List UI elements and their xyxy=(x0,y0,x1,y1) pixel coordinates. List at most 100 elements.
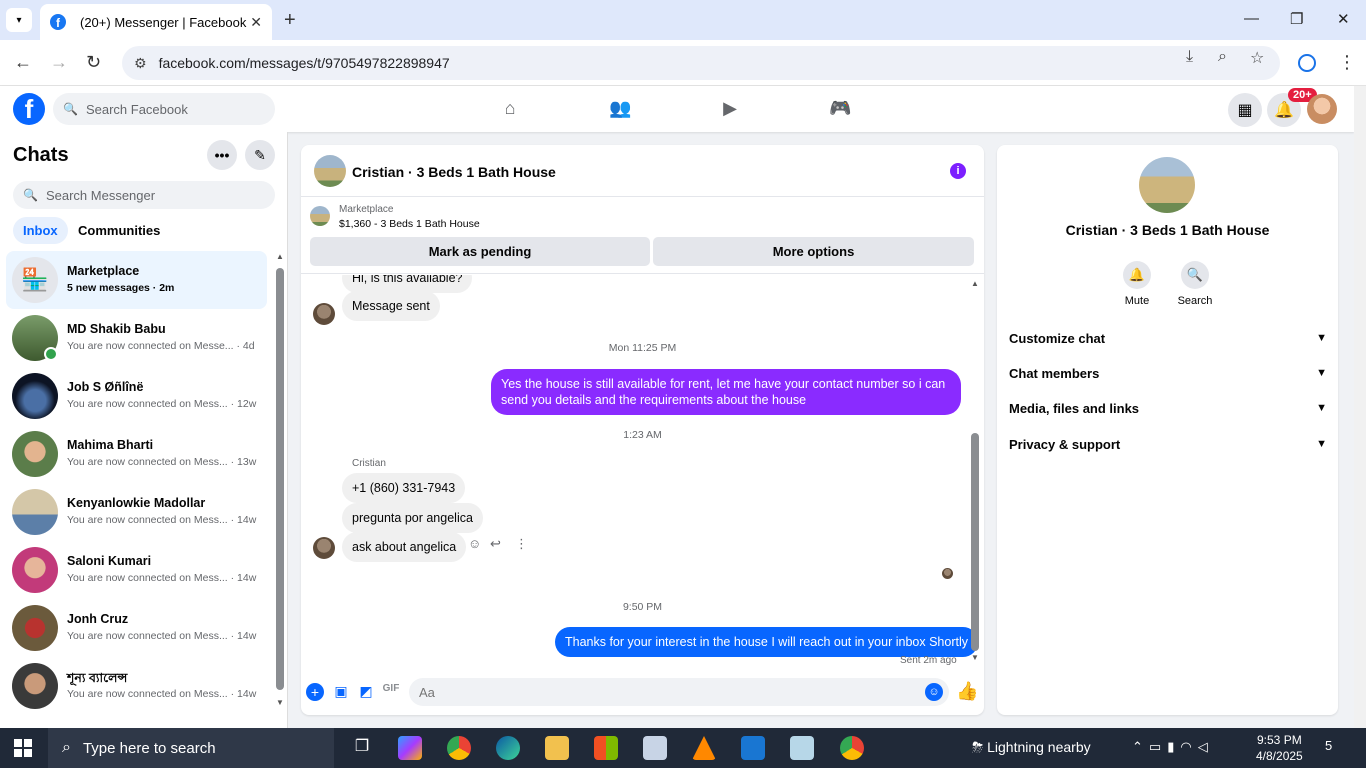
meet-icon[interactable]: ▭ xyxy=(1149,739,1167,754)
listing-thumbnail[interactable] xyxy=(310,206,330,226)
vlc-icon[interactable] xyxy=(692,736,716,760)
section-chat-members[interactable]: Chat members ▼ xyxy=(1009,360,1327,386)
wifi-icon[interactable]: ◠ xyxy=(1180,739,1197,754)
chat-item-md-shakib-babu[interactable]: MD Shakib Babu You are now connected on … xyxy=(6,309,267,367)
site-info-icon[interactable]: ⚙ xyxy=(134,55,147,72)
friends-icon[interactable]: 👥 xyxy=(609,98,631,120)
profile-icon[interactable] xyxy=(1298,54,1316,72)
close-tab-icon[interactable]: ✕ xyxy=(250,14,262,31)
install-app-icon[interactable]: ⤓ xyxy=(1186,48,1193,66)
notification-center-icon[interactable]: 5 xyxy=(1325,738,1332,753)
message-list: Hi, is this available? Message sent Mon … xyxy=(301,275,984,667)
mute-button[interactable]: 🔔 Mute xyxy=(1112,261,1162,307)
tab-list-button[interactable]: ▾ xyxy=(6,8,32,32)
listing-title[interactable]: $1,360 - 3 Beds 1 Bath House xyxy=(339,218,480,230)
account-avatar[interactable] xyxy=(1307,94,1337,124)
minimize-icon[interactable]: — xyxy=(1244,10,1259,27)
restore-icon[interactable]: ❐ xyxy=(1290,10,1303,28)
message-bubble-in[interactable]: pregunta por angelica xyxy=(342,503,483,533)
conversation-title[interactable]: Cristian · 3 Beds 1 Bath House xyxy=(352,164,556,180)
browser-tab[interactable]: f (20+) Messenger | Facebook ✕ xyxy=(40,4,272,40)
message-bubble-out[interactable]: Thanks for your interest in the house I … xyxy=(555,627,978,657)
video-icon[interactable]: ▶ xyxy=(719,98,741,120)
new-tab-plus-icon[interactable]: + xyxy=(284,9,296,32)
battery-icon[interactable]: ▮ xyxy=(1167,739,1180,754)
more-vertical-icon[interactable]: ⋮ xyxy=(515,536,528,552)
home-icon[interactable]: ⌂ xyxy=(499,98,521,120)
gaming-icon[interactable]: 🎮 xyxy=(829,98,851,120)
notepad-icon[interactable] xyxy=(790,736,814,760)
scrollbar-thumb[interactable] xyxy=(276,268,284,690)
facebook-logo-icon[interactable]: f xyxy=(13,93,45,125)
info-icon[interactable]: i xyxy=(950,163,966,179)
volume-icon[interactable]: ◁ xyxy=(1198,739,1214,754)
facebook-search-input[interactable]: 🔍 Search Facebook xyxy=(53,93,275,125)
photo-icon[interactable]: ▣ xyxy=(332,683,350,701)
chat-item-mahima-bharti[interactable]: Mahima Bharti You are now connected on M… xyxy=(6,425,267,483)
more-options-button[interactable]: More options xyxy=(653,237,974,266)
message-scrollbar[interactable]: ▲ ▼ xyxy=(971,279,979,665)
system-tray[interactable]: ⌃▭▮◠◁ xyxy=(1132,739,1214,755)
chat-item-jonh-cruz[interactable]: Jonh Cruz You are now connected on Mess.… xyxy=(6,599,267,657)
messenger-search-input[interactable]: 🔍 Search Messenger xyxy=(13,181,275,209)
section-media-files-links[interactable]: Media, files and links ▼ xyxy=(1009,395,1327,421)
chat-item-saloni-kumari[interactable]: Saloni Kumari You are now connected on M… xyxy=(6,541,267,599)
chrome-active-icon[interactable] xyxy=(840,736,864,760)
message-bubble-out[interactable]: Yes the house is still available for ren… xyxy=(491,369,961,415)
chat-options-button[interactable]: ••• xyxy=(207,140,237,170)
message-bubble-in[interactable]: +1 (860) 331-7943 xyxy=(342,473,466,503)
reply-icon[interactable]: ↩ xyxy=(490,536,501,552)
thumbs-up-icon[interactable]: 👍 xyxy=(956,681,978,702)
taskbar-search-box[interactable]: ⌕ Type here to search xyxy=(48,728,334,768)
sticker-icon[interactable]: ◩ xyxy=(357,683,375,701)
edge-icon[interactable] xyxy=(496,736,520,760)
conversation-avatar[interactable] xyxy=(314,155,346,187)
reload-icon[interactable]: ↻ xyxy=(86,52,101,73)
scroll-down-icon[interactable]: ▼ xyxy=(971,653,979,662)
emoji-icon[interactable]: ☺ xyxy=(925,683,943,701)
weather-widget[interactable]: ⛈ Lightning nearby xyxy=(972,739,1091,756)
message-bubble-in[interactable]: ask about angelica xyxy=(342,532,467,562)
zoom-icon[interactable]: ⌕ xyxy=(1218,48,1227,66)
windows-start-icon[interactable] xyxy=(14,739,32,757)
message-bubble-in[interactable]: Message sent xyxy=(342,291,440,321)
task-view-icon[interactable]: ❐ xyxy=(350,736,374,760)
tab-communities[interactable]: Communities xyxy=(68,217,170,244)
file-explorer-icon[interactable] xyxy=(545,736,569,760)
bookmark-star-icon[interactable]: ☆ xyxy=(1250,48,1264,68)
plus-icon[interactable]: + xyxy=(306,683,324,701)
chat-item-shunya-balance[interactable]: শূন্য ব্যালেন্স You are now connected on… xyxy=(6,657,267,715)
chevron-up-icon[interactable]: ⌃ xyxy=(1132,739,1149,754)
chat-item-kenyanlowkie-madollar[interactable]: Kenyanlowkie Madollar You are now connec… xyxy=(6,483,267,541)
page-scrollbar[interactable] xyxy=(1354,86,1366,728)
menu-grid-icon[interactable]: ▦ xyxy=(1228,93,1262,127)
back-arrow-icon[interactable]: ← xyxy=(14,52,32,73)
react-emoji-icon[interactable]: ☺ xyxy=(468,536,481,551)
section-privacy-support[interactable]: Privacy & support ▼ xyxy=(1009,431,1327,457)
paint-icon[interactable] xyxy=(643,736,667,760)
new-message-button[interactable]: ✎ xyxy=(245,140,275,170)
chat-list-scrollbar[interactable]: ▲ ▼ xyxy=(276,252,284,722)
chat-item-job-s-online[interactable]: Job S Øñlînë You are now connected on Me… xyxy=(6,367,267,425)
chat-item-marketplace[interactable]: 🏪 Marketplace 5 new messages · 2m xyxy=(6,251,267,309)
scroll-down-icon[interactable]: ▼ xyxy=(276,698,284,707)
scroll-up-icon[interactable]: ▲ xyxy=(971,279,979,288)
clock[interactable]: 9:53 PM 4/8/2025 xyxy=(1256,732,1303,764)
scrollbar-thumb[interactable] xyxy=(971,433,979,651)
tab-inbox[interactable]: Inbox xyxy=(13,217,68,244)
mail-icon[interactable] xyxy=(741,736,765,760)
browser-menu-icon[interactable]: ⋮ xyxy=(1338,52,1356,73)
close-window-icon[interactable]: ✕ xyxy=(1337,10,1350,28)
address-bar[interactable]: ⚙ facebook.com/messages/t/97054978228989… xyxy=(122,46,1280,80)
microsoft-store-icon[interactable] xyxy=(594,736,618,760)
message-input[interactable] xyxy=(409,678,949,706)
copilot-icon[interactable] xyxy=(398,736,422,760)
scroll-up-icon[interactable]: ▲ xyxy=(276,252,284,261)
search-conversation-button[interactable]: 🔍 Search xyxy=(1170,261,1220,307)
mark-as-pending-button[interactable]: Mark as pending xyxy=(310,237,650,266)
profile-avatar[interactable] xyxy=(1139,157,1195,213)
gif-icon[interactable]: GIF xyxy=(382,683,400,701)
forward-arrow-icon[interactable]: → xyxy=(50,52,68,73)
chrome-icon[interactable] xyxy=(447,736,471,760)
section-customize-chat[interactable]: Customize chat ▼ xyxy=(1009,325,1327,351)
